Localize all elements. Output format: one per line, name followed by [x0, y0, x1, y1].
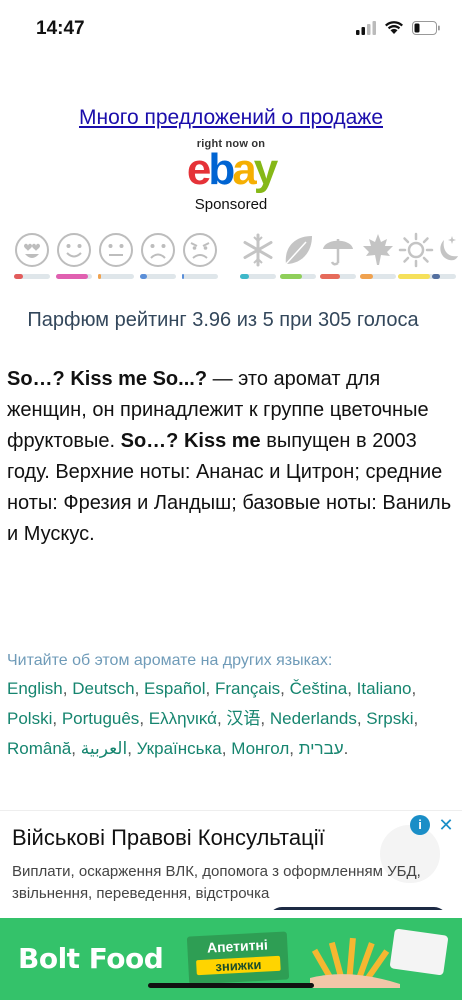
love-face-icon[interactable] [14, 232, 50, 268]
ok-vote-bar [98, 274, 134, 279]
language-link-czech[interactable]: Čeština [290, 679, 348, 698]
ad-cta-button[interactable] [268, 907, 448, 910]
ad-info-icon[interactable]: i [410, 815, 430, 835]
night-moon-icon[interactable] [432, 232, 462, 268]
angry-face-icon[interactable] [182, 232, 218, 268]
status-time: 14:47 [36, 18, 85, 39]
language-links-list: English, Deutsch, Español, Français, Češ… [7, 679, 419, 758]
language-link-french[interactable]: Français [215, 679, 280, 698]
neutral-face-icon[interactable] [98, 232, 134, 268]
status-icons [356, 20, 440, 35]
language-link-polish[interactable]: Polski [7, 709, 52, 728]
language-link-chinese[interactable]: 汉语 [226, 709, 260, 728]
hate-vote-bar [182, 274, 218, 279]
summer-umbrella-icon[interactable] [320, 232, 356, 268]
night-vote-bar [432, 274, 456, 279]
language-link-german[interactable]: Deutsch [72, 679, 134, 698]
winter-vote-bar [240, 274, 276, 279]
language-link-dutch[interactable]: Nederlands [270, 709, 357, 728]
language-link-hebrew[interactable]: עברית [299, 739, 344, 758]
language-link-ukrainian[interactable]: Українська [137, 739, 222, 758]
ad-close-icon[interactable]: ✕ [434, 813, 458, 837]
ebay-logo[interactable]: ebay [0, 148, 462, 192]
language-link-serbian[interactable]: Srpski [366, 709, 413, 728]
like-vote-bar [56, 274, 92, 279]
ebay-offers-link[interactable]: Много предложений о продаже [79, 106, 383, 130]
sad-face-icon[interactable] [140, 232, 176, 268]
ad-title: Військові Правові Консультації [12, 825, 325, 850]
perfume-name-short: So…? Kiss me [120, 430, 261, 452]
status-bar: 14:47 [0, 0, 462, 56]
spring-vote-bar [280, 274, 316, 279]
language-link-italian[interactable]: Italiano [357, 679, 412, 698]
perfume-description: So…? Kiss me So...? — это аромат для жен… [7, 364, 452, 550]
autumn-vote-bar [360, 274, 396, 279]
language-link-romanian[interactable]: Română [7, 739, 71, 758]
smile-face-icon[interactable] [56, 232, 92, 268]
winter-snowflake-icon[interactable] [240, 232, 276, 268]
ebay-sponsored-block: Много предложений о продаже right now on… [0, 106, 462, 213]
home-indicator[interactable] [148, 983, 314, 988]
language-link-english[interactable]: English [7, 679, 63, 698]
language-link-greek[interactable]: Ελληνικά [149, 709, 217, 728]
language-link-spanish[interactable]: Español [144, 679, 205, 698]
ad-text: Виплати, оскарження ВЛК, допомога з офор… [12, 863, 421, 902]
perfume-name-full: So…? Kiss me So...? [7, 368, 208, 390]
dislike-vote-bar [140, 274, 176, 279]
ad-tag-line-2: знижки [196, 955, 281, 976]
autumn-maple-leaf-icon[interactable] [360, 232, 396, 268]
language-link-arabic[interactable]: العربية [81, 739, 127, 758]
vote-icons-row [14, 232, 458, 282]
language-link-portuguese[interactable]: Português [62, 709, 140, 728]
summer-vote-bar [320, 274, 356, 279]
ad-discount-tag: Апетитні знижки [186, 931, 290, 985]
fries-image [310, 937, 400, 988]
cellular-signal-icon [356, 20, 376, 35]
wifi-icon [385, 21, 403, 34]
language-link-mongolian[interactable]: Монгол [231, 739, 289, 758]
day-vote-bar [398, 274, 434, 279]
spring-leaf-icon[interactable] [280, 232, 316, 268]
sponsored-label: Sponsored [194, 196, 268, 213]
perfume-rating-text: Парфюм рейтинг 3.96 из 5 при 305 голоса [27, 309, 419, 331]
food-package-image [389, 928, 449, 976]
battery-icon [412, 20, 440, 35]
other-languages-title: Читайте об этом аромате на других языках… [7, 652, 333, 669]
ad-banner-legal[interactable]: i ✕ Військові Правові Консультації Випла… [0, 810, 462, 910]
ad-tag-line-1: Апетитні [206, 936, 269, 956]
bolt-food-logo: Bolt Food [18, 942, 164, 975]
day-sun-icon[interactable] [398, 232, 434, 268]
love-vote-bar [14, 274, 50, 279]
other-languages-section: Читайте об этом аромате на других языках… [7, 652, 455, 764]
